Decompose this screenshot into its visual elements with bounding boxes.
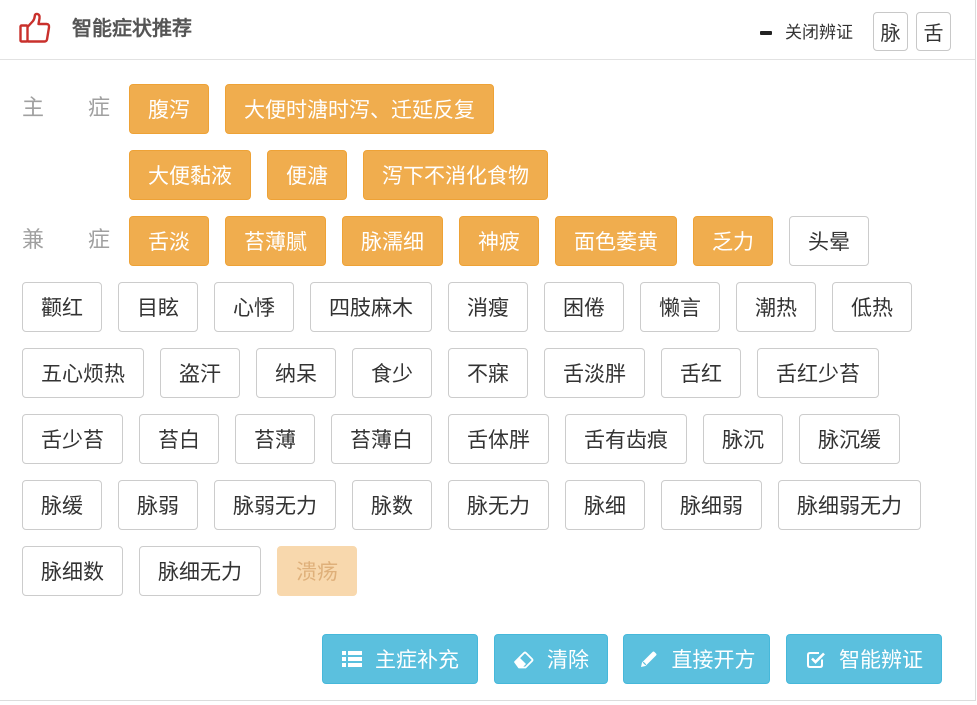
main-symptom-rows: 腹泻 大便时溏时泻、迁延反复 大便黏液 便溏 泻下不消化食物 bbox=[129, 84, 548, 200]
main-symptom-tag[interactable]: 泻下不消化食物 bbox=[363, 150, 548, 200]
secondary-symptom-tag[interactable]: 消瘦 bbox=[448, 282, 528, 332]
secondary-symptom-tag[interactable]: 目眩 bbox=[118, 282, 198, 332]
secondary-symptom-tag[interactable]: 纳呆 bbox=[256, 348, 336, 398]
close-diagnosis-toggle[interactable]: 关闭辨证 bbox=[756, 18, 864, 48]
secondary-symptom-tag[interactable]: 脉细 bbox=[565, 480, 645, 530]
main-symptoms-section: 主 症 腹泻 大便时溏时泻、迁延反复 大便黏液 便溏 泻下不消化食物 bbox=[22, 84, 955, 200]
secondary-symptom-tag[interactable]: 懒言 bbox=[640, 282, 720, 332]
main-symptom-tag[interactable]: 大便时溏时泻、迁延反复 bbox=[225, 84, 494, 134]
secondary-symptom-tag[interactable]: 脉数 bbox=[352, 480, 432, 530]
main-symptom-row: 大便黏液 便溏 泻下不消化食物 bbox=[129, 150, 548, 200]
pulse-button[interactable]: 脉 bbox=[873, 12, 908, 51]
direct-prescribe-label: 直接开方 bbox=[671, 648, 756, 672]
secondary-symptom-tag[interactable]: 舌体胖 bbox=[448, 414, 549, 464]
secondary-symptom-tag[interactable]: 脉沉 bbox=[703, 414, 783, 464]
main-symptom-tag[interactable]: 便溏 bbox=[267, 150, 347, 200]
secondary-symptom-tag[interactable]: 舌淡胖 bbox=[544, 348, 645, 398]
check-square-icon bbox=[805, 649, 827, 669]
secondary-symptom-tag[interactable]: 食少 bbox=[352, 348, 432, 398]
main-symptoms-label: 主 症 bbox=[22, 96, 110, 121]
clear-button[interactable]: 清除 bbox=[494, 634, 608, 684]
supplement-main-symptoms-label: 主症补充 bbox=[375, 648, 459, 672]
secondary-symptoms-section: 兼 症 舌淡 苔薄腻 脉濡细 神疲 面色萎黄 乏力 头晕颧红 目眩 心悸 四肢麻木 消瘦 困倦 懒言 潮热… bbox=[22, 216, 955, 596]
secondary-symptom-tag[interactable]: 不寐 bbox=[448, 348, 528, 398]
list-icon bbox=[341, 649, 363, 669]
secondary-symptom-tag[interactable]: 苔薄 bbox=[235, 414, 315, 464]
secondary-symptom-tag[interactable]: 脉缓 bbox=[22, 480, 102, 530]
secondary-symptom-tag[interactable]: 脉沉缓 bbox=[799, 414, 900, 464]
panel-title: 智能症状推荐 bbox=[72, 16, 192, 40]
symptom-content: 主 症 腹泻 大便时溏时泻、迁延反复 大便黏液 便溏 泻下不消化食物 兼 症 舌淡 苔薄腻… bbox=[22, 84, 955, 596]
direct-prescribe-button[interactable]: 直接开方 bbox=[623, 634, 770, 684]
secondary-symptom-tag[interactable]: 脉细弱 bbox=[661, 480, 762, 530]
secondary-symptom-tag[interactable]: 潮热 bbox=[736, 282, 816, 332]
secondary-symptom-tag[interactable]: 面色萎黄 bbox=[555, 216, 677, 266]
smart-diagnosis-button[interactable]: 智能辨证 bbox=[786, 634, 942, 684]
secondary-symptom-tag[interactable]: 五心烦热 bbox=[22, 348, 144, 398]
secondary-symptom-tag[interactable]: 困倦 bbox=[544, 282, 624, 332]
secondary-symptom-tag[interactable]: 脉无力 bbox=[448, 480, 549, 530]
secondary-symptom-tag[interactable]: 苔白 bbox=[139, 414, 219, 464]
secondary-symptom-tag[interactable]: 低热 bbox=[832, 282, 912, 332]
secondary-symptom-tag[interactable]: 乏力 bbox=[693, 216, 773, 266]
panel-header: 智能症状推荐 关闭辨证 脉 舌 bbox=[0, 0, 975, 60]
smart-diagnosis-label: 智能辨证 bbox=[839, 648, 923, 672]
pencil-icon bbox=[638, 649, 660, 669]
secondary-symptoms-label-cell: 兼 症 bbox=[22, 216, 113, 266]
secondary-symptom-tag[interactable]: 脉濡细 bbox=[342, 216, 443, 266]
secondary-symptom-tag[interactable]: 脉细弱无力 bbox=[778, 480, 921, 530]
secondary-symptom-tag[interactable]: 舌淡 bbox=[129, 216, 209, 266]
minus-icon bbox=[760, 31, 772, 35]
secondary-symptom-tag[interactable]: 舌红 bbox=[661, 348, 741, 398]
secondary-symptom-tag[interactable]: 脉细数 bbox=[22, 546, 123, 596]
tongue-button[interactable]: 舌 bbox=[916, 12, 951, 51]
eraser-icon bbox=[513, 649, 535, 669]
main-symptom-row: 腹泻 大便时溏时泻、迁延反复 bbox=[129, 84, 548, 134]
secondary-symptom-tag[interactable]: 苔薄白 bbox=[331, 414, 432, 464]
thumbs-up-icon bbox=[18, 11, 52, 45]
secondary-symptom-tag[interactable]: 心悸 bbox=[214, 282, 294, 332]
secondary-symptom-tag[interactable]: 脉弱 bbox=[118, 480, 198, 530]
secondary-symptom-tag[interactable]: 头晕 bbox=[789, 216, 869, 266]
secondary-symptom-tag[interactable]: 颧红 bbox=[22, 282, 102, 332]
supplement-main-symptoms-button[interactable]: 主症补充 bbox=[322, 634, 478, 684]
secondary-symptom-tag[interactable]: 舌少苔 bbox=[22, 414, 123, 464]
secondary-symptom-tag[interactable]: 苔薄腻 bbox=[225, 216, 326, 266]
main-symptom-tag[interactable]: 腹泻 bbox=[129, 84, 209, 134]
secondary-symptom-tag: 溃疡 bbox=[277, 546, 357, 596]
secondary-symptom-tag[interactable]: 四肢麻木 bbox=[310, 282, 432, 332]
secondary-symptom-tag[interactable]: 盗汗 bbox=[160, 348, 240, 398]
clear-label: 清除 bbox=[547, 648, 589, 672]
secondary-symptom-tag[interactable]: 舌红少苔 bbox=[757, 348, 879, 398]
secondary-symptoms-label: 兼 症 bbox=[22, 228, 110, 253]
main-symptom-tag[interactable]: 大便黏液 bbox=[129, 150, 251, 200]
secondary-symptom-tag[interactable]: 神疲 bbox=[459, 216, 539, 266]
secondary-symptom-tag[interactable]: 脉弱无力 bbox=[214, 480, 336, 530]
main-symptoms-label-cell: 主 症 bbox=[22, 84, 129, 200]
close-diagnosis-label: 关闭辨证 bbox=[785, 23, 853, 43]
secondary-symptom-tag[interactable]: 舌有齿痕 bbox=[565, 414, 687, 464]
symptom-recommendation-panel: 智能症状推荐 关闭辨证 脉 舌 主 症 腹泻 大便时溏时泻、迁延反复 大便黏液 便溏泻… bbox=[0, 0, 976, 701]
secondary-symptom-tag[interactable]: 脉细无力 bbox=[139, 546, 261, 596]
